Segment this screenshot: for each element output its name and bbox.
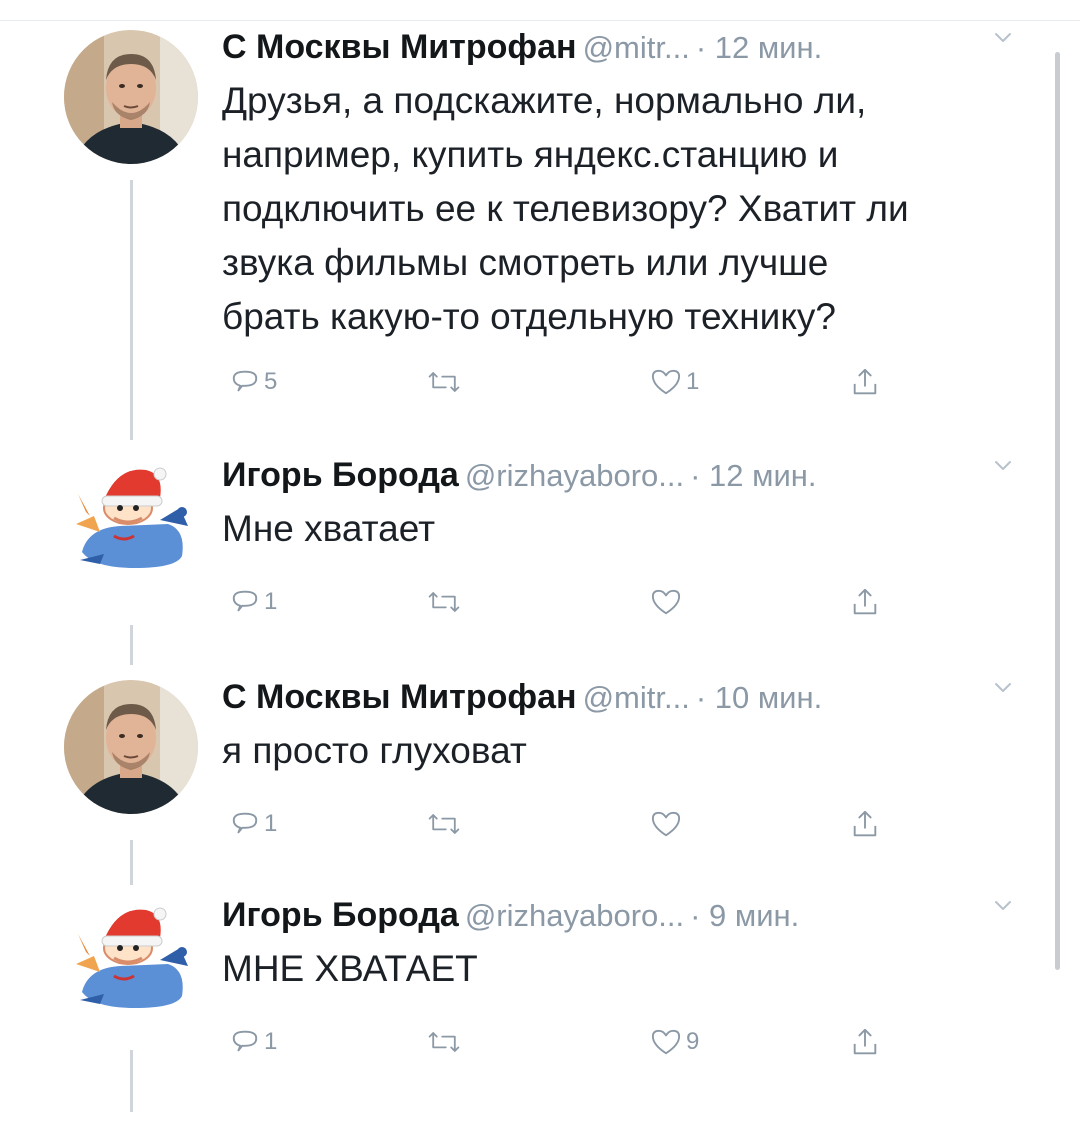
man-portrait-avatar[interactable] [64,30,198,164]
share-icon [850,587,880,617]
heart-icon [650,809,682,839]
tweet-text: Мне хватает [222,502,1022,556]
retweet-icon [426,367,462,397]
tweet-header: С Москвы Митрофан @mitr... · 12 мин. [222,22,1022,72]
tweet[interactable]: С Москвы Митрофан @mitr... · 12 мин. Друзь… [0,22,1080,432]
santa-cartoon-avatar[interactable] [64,896,198,1030]
tweet-actions: 1 9 [222,1020,1022,1064]
reply-button[interactable]: 1 [230,1020,277,1064]
tweet-actions: 1 [222,802,1022,846]
reply-icon [230,1027,260,1057]
santa-cartoon-avatar[interactable] [64,456,198,590]
reply-icon [230,809,260,839]
reply-count: 5 [264,368,278,395]
tweet-text-line: подключить ее к телевизору? Хватит ли [222,188,909,229]
tweet[interactable]: С Москвы Митрофан @mitr... · 10 мин. я про… [0,672,1080,862]
tweet-header: Игорь Борода @rizhayaboro... · 12 мин. [222,450,1022,500]
author-handle[interactable]: @rizhayaboro... [465,458,684,493]
like-count: 1 [686,368,700,395]
author-handle[interactable]: @mitr... [583,30,690,65]
tweet-text-line: например, купить яндекс.станцию и [222,134,839,175]
reply-count: 1 [264,1028,278,1055]
tweet-text-line: звука фильмы смотреть или лучше [222,242,829,283]
reply-count: 1 [264,588,278,615]
reply-count: 1 [264,810,278,837]
retweet-icon [426,587,462,617]
chevron-down-icon[interactable] [992,894,1014,916]
heart-icon [650,1027,682,1057]
retweet-button[interactable] [426,360,466,404]
retweet-icon [426,1027,462,1057]
share-button[interactable] [850,802,880,846]
tweet-text-line: брать какую-то отдельную технику? [222,296,837,337]
reply-icon [230,367,260,397]
tweet[interactable]: Игорь Борода @rizhayaboro... · 9 мин. МНЕ … [0,890,1080,1080]
share-button[interactable] [850,360,880,404]
tweet-actions: 5 1 [222,360,1022,404]
author-name[interactable]: Игорь Борода [222,896,459,934]
tweet-header: Игорь Борода @rizhayaboro... · 9 мин. [222,890,1022,940]
like-count: 9 [686,1028,700,1055]
tweet-text: Друзья, а подскажите, нормально ли, напр… [222,74,1022,344]
chevron-down-icon[interactable] [992,676,1014,698]
tweet-text: я просто глуховат [222,724,1022,778]
retweet-button[interactable] [426,580,466,624]
man-portrait-avatar[interactable] [64,680,198,814]
heart-icon [650,587,682,617]
tweet-actions: 1 [222,580,1022,624]
tweet[interactable]: Игорь Борода @rizhayaboro... · 12 мин. Мне… [0,450,1080,640]
timestamp[interactable]: · 12 мин. [696,30,822,65]
author-name[interactable]: С Москвы Митрофан [222,678,577,716]
reply-button[interactable]: 1 [230,802,277,846]
reply-icon [230,587,260,617]
retweet-button[interactable] [426,1020,466,1064]
heart-icon [650,367,682,397]
share-icon [850,367,880,397]
tweet-text: МНЕ ХВАТАЕТ [222,942,1022,996]
timestamp[interactable]: · 12 мин. [690,458,816,493]
tweet-header: С Москвы Митрофан @mitr... · 10 мин. [222,672,1022,722]
like-button[interactable]: 9 [650,1020,699,1064]
share-icon [850,1027,880,1057]
author-handle[interactable]: @rizhayaboro... [465,898,684,933]
reply-button[interactable]: 1 [230,580,277,624]
top-divider [0,20,1080,21]
reply-button[interactable]: 5 [230,360,277,404]
tweet-text-line: Друзья, а подскажите, нормально ли, [222,80,867,121]
tweet-text-line: я просто глуховат [222,730,527,771]
chevron-down-icon[interactable] [992,454,1014,476]
timestamp[interactable]: · 9 мин. [690,898,799,933]
tweet-text-line: МНЕ ХВАТАЕТ [222,948,478,989]
author-name[interactable]: С Москвы Митрофан [222,28,577,66]
share-button[interactable] [850,1020,880,1064]
share-icon [850,809,880,839]
timestamp[interactable]: · 10 мин. [696,680,822,715]
share-button[interactable] [850,580,880,624]
chevron-down-icon[interactable] [992,26,1014,48]
author-handle[interactable]: @mitr... [583,680,690,715]
tweet-text-line: Мне хватает [222,508,436,549]
like-button[interactable]: 1 [650,360,699,404]
retweet-icon [426,809,462,839]
like-button[interactable] [650,580,686,624]
like-button[interactable] [650,802,686,846]
author-name[interactable]: Игорь Борода [222,456,459,494]
retweet-button[interactable] [426,802,466,846]
